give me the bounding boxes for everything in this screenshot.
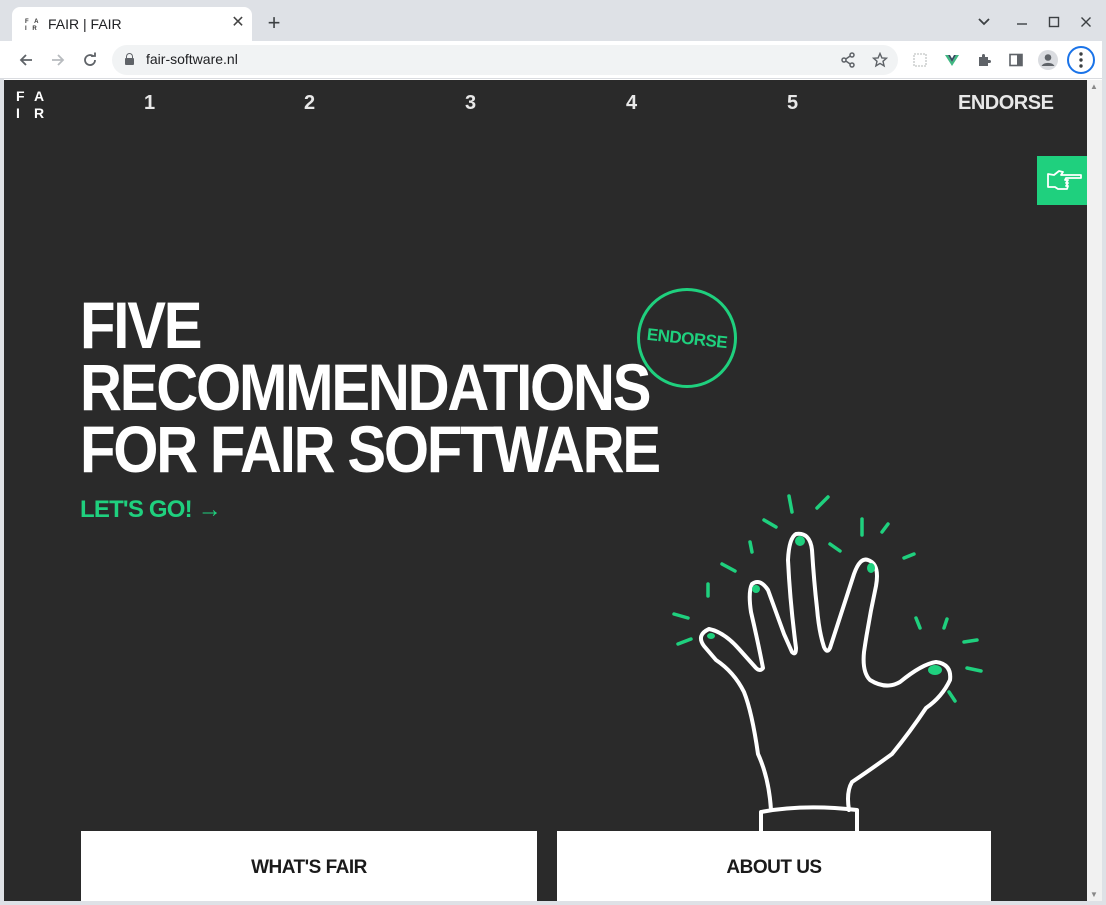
scroll-down-arrow-icon[interactable]: ▼ (1090, 890, 1098, 899)
nav-item-2[interactable]: 2 (304, 92, 315, 115)
browser-toolbar: fair-software.nl (0, 41, 1106, 79)
star-icon[interactable] (868, 48, 892, 72)
tab-strip: F A I R FAIR | FAIR ✕ + (0, 0, 1106, 41)
fair-favicon-icon: F A I R (25, 17, 39, 32)
window-frame-bottom (0, 901, 1106, 905)
forward-button[interactable] (45, 47, 71, 73)
close-window-button[interactable] (1074, 10, 1098, 34)
scroll-up-arrow-icon[interactable]: ▲ (1090, 82, 1098, 91)
tab-close-icon[interactable]: ✕ (228, 13, 248, 33)
hero-title: FIVE RECOMMENDATIONS FOR FAIR SOFTWARE (80, 288, 661, 486)
url-text[interactable]: fair-software.nl (146, 51, 238, 67)
logo-letter-a: A (34, 88, 45, 104)
puzzle-icon[interactable] (971, 47, 997, 73)
whats-fair-label: WHAT'S FAIR (251, 857, 367, 878)
nav-item-1[interactable]: 1 (144, 92, 155, 115)
svg-text:F A: F A (25, 19, 39, 25)
window-frame-right (1102, 41, 1106, 905)
hero-title-line-1: FIVE (80, 288, 202, 362)
kebab-menu-icon[interactable] (1067, 46, 1095, 74)
extension-grid-icon[interactable] (907, 47, 933, 73)
hero-title-line-2: RECOMMENDATIONS (80, 350, 652, 424)
nav-endorse-link[interactable]: ENDORSE (958, 92, 1054, 115)
profile-icon[interactable] (1035, 47, 1061, 73)
back-button[interactable] (13, 47, 39, 73)
page-scrollbar[interactable]: ▲ ▼ (1087, 80, 1102, 901)
browser-tab[interactable]: F A I R FAIR | FAIR ✕ (12, 7, 252, 41)
pointing-hand-icon (1047, 170, 1082, 190)
nav-item-5[interactable]: 5 (787, 92, 798, 115)
about-us-label: ABOUT US (726, 857, 822, 878)
address-bar[interactable]: fair-software.nl (112, 45, 898, 75)
endorse-badge-button[interactable]: ENDORSE (637, 288, 737, 388)
side-panel-icon[interactable] (1003, 47, 1029, 73)
share-icon[interactable] (836, 48, 860, 72)
logo-letter-r: R (34, 105, 45, 121)
tab-search-chevron-icon[interactable] (972, 10, 996, 34)
logo-letter-i: I (16, 105, 20, 121)
new-tab-button[interactable]: + (262, 12, 286, 36)
logo-letter-f: F (16, 88, 25, 104)
lets-go-link[interactable]: LET'S GO! → (80, 496, 222, 524)
endorse-badge-label: ENDORSE (645, 324, 729, 353)
svg-text:I R: I R (25, 26, 39, 31)
tab-title: FAIR | FAIR (48, 16, 122, 32)
reload-button[interactable] (77, 47, 103, 73)
page-viewport: F A I R 1 2 3 4 5 ENDORSE FIVE RECOMMEND… (4, 80, 1087, 901)
about-us-card[interactable]: ABOUT US (557, 831, 991, 901)
lock-icon[interactable] (125, 53, 134, 65)
nav-item-3[interactable]: 3 (465, 92, 476, 115)
fair-logo[interactable]: F A I R (15, 88, 45, 121)
hero-title-line-3: FOR FAIR SOFTWARE (80, 412, 661, 486)
side-pointer-tab[interactable] (1037, 156, 1087, 205)
vue-devtools-icon[interactable] (939, 47, 965, 73)
maximize-button[interactable] (1042, 10, 1066, 34)
whats-fair-card[interactable]: WHAT'S FAIR (81, 831, 537, 901)
nav-item-4[interactable]: 4 (626, 92, 637, 115)
minimize-button[interactable] (1010, 10, 1034, 34)
